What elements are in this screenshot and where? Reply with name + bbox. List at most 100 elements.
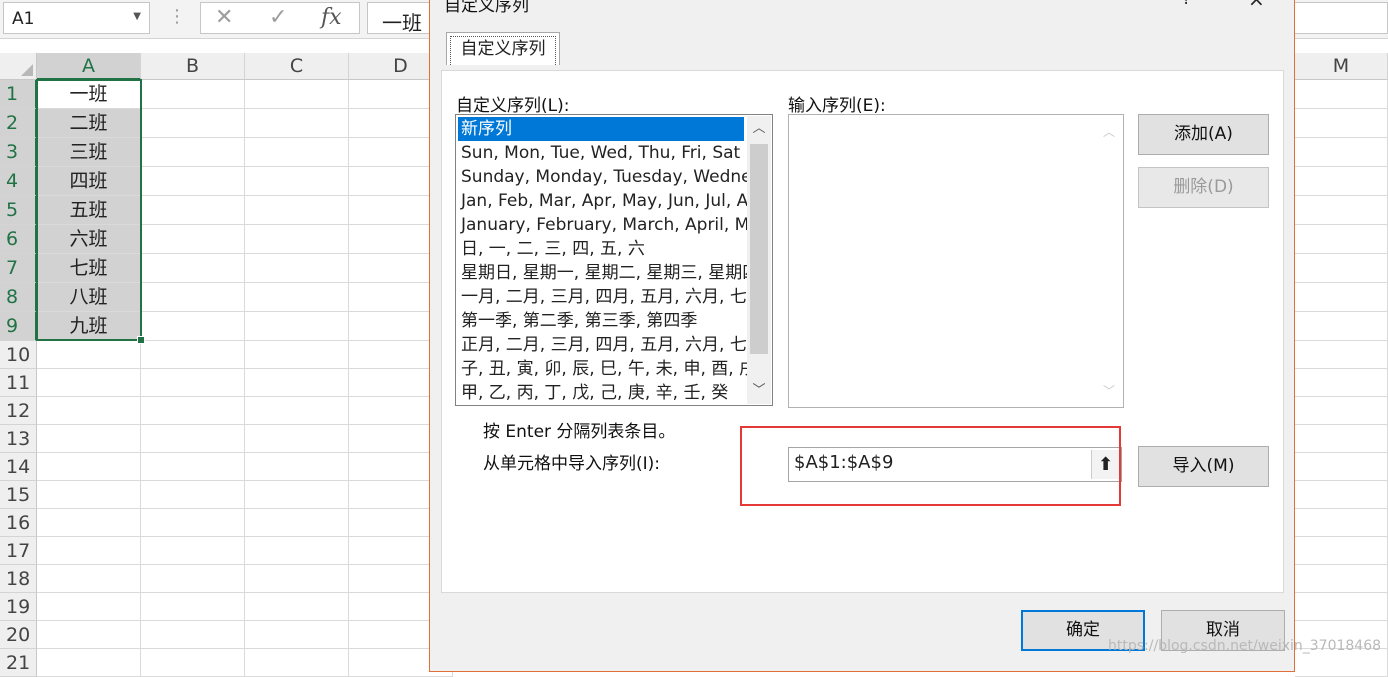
grid-cell[interactable] (245, 481, 349, 509)
grid-cell[interactable] (1295, 369, 1388, 397)
grid-cell[interactable] (1295, 425, 1388, 453)
grid-cell[interactable] (245, 80, 349, 109)
grid-cell[interactable] (1295, 537, 1388, 565)
grid-cell[interactable] (37, 425, 141, 453)
row-header[interactable]: 17 (0, 537, 37, 565)
grid-cell[interactable] (245, 649, 349, 677)
grid-cell[interactable] (1295, 593, 1388, 621)
grid-cell[interactable] (141, 225, 245, 254)
grid-cell[interactable] (141, 283, 245, 312)
grid-cell[interactable] (245, 593, 349, 621)
row-header[interactable]: 4 (0, 167, 37, 196)
delete-button[interactable]: 删除(D) (1138, 167, 1269, 208)
grid-cell[interactable] (37, 481, 141, 509)
list-item[interactable]: 第一季, 第二季, 第三季, 第四季 (458, 309, 761, 333)
scroll-up-icon[interactable]: ︿ (747, 118, 771, 140)
grid-cell[interactable] (141, 537, 245, 565)
grid-cell[interactable] (1295, 397, 1388, 425)
grid-cell[interactable] (1295, 225, 1388, 254)
grid-cell[interactable]: 一班 (37, 80, 141, 109)
grid-cell[interactable]: 八班 (37, 283, 141, 312)
name-box[interactable]: A1 ▼ (3, 2, 150, 34)
grid-cell[interactable] (141, 481, 245, 509)
row-header[interactable]: 18 (0, 565, 37, 593)
grid-cell[interactable] (245, 509, 349, 537)
grid-cell[interactable]: 四班 (37, 167, 141, 196)
grid-cell[interactable] (1295, 509, 1388, 537)
grid-cell[interactable] (1295, 80, 1388, 109)
grid-cell[interactable] (245, 621, 349, 649)
grid-cell[interactable] (245, 425, 349, 453)
grid-cell[interactable] (1295, 138, 1388, 167)
row-header[interactable]: 15 (0, 481, 37, 509)
row-header[interactable]: 19 (0, 593, 37, 621)
grid-cell[interactable] (37, 397, 141, 425)
grid-cell[interactable] (141, 425, 245, 453)
column-header-b[interactable]: B (141, 53, 245, 80)
grid-cell[interactable] (141, 109, 245, 138)
row-header[interactable]: 20 (0, 621, 37, 649)
scroll-down-icon[interactable]: ﹀ (747, 380, 771, 402)
list-item[interactable]: 甲, 乙, 丙, 丁, 戊, 己, 庚, 辛, 壬, 癸 (458, 381, 761, 405)
column-header-m[interactable]: M (1295, 53, 1388, 80)
row-header[interactable]: 11 (0, 369, 37, 397)
grid-cell[interactable] (141, 341, 245, 369)
list-entries-textarea[interactable]: ︿ ﹀ (788, 114, 1124, 408)
grid-cell[interactable] (141, 80, 245, 109)
list-item[interactable]: 一月, 二月, 三月, 四月, 五月, 六月, 七月 (458, 285, 764, 309)
grid-cell[interactable] (37, 369, 141, 397)
grid-cell[interactable]: 六班 (37, 225, 141, 254)
grid-cell[interactable] (37, 593, 141, 621)
range-picker-icon[interactable]: ⬆ (1091, 450, 1119, 479)
grid-cell[interactable]: 五班 (37, 196, 141, 225)
row-header[interactable]: 21 (0, 649, 37, 677)
grid-cell[interactable] (245, 196, 349, 225)
grid-cell[interactable] (141, 621, 245, 649)
grid-cell[interactable] (141, 167, 245, 196)
grid-cell[interactable] (245, 225, 349, 254)
grid-cell[interactable] (141, 369, 245, 397)
column-header-c[interactable]: C (245, 53, 349, 80)
row-header[interactable]: 7 (0, 254, 37, 283)
grid-cell[interactable] (37, 621, 141, 649)
row-header[interactable]: 14 (0, 453, 37, 481)
grid-cell[interactable] (141, 254, 245, 283)
list-item[interactable]: 新序列 (458, 117, 744, 141)
list-item[interactable]: 日, 一, 二, 三, 四, 五, 六 (458, 237, 761, 261)
grid-cell[interactable] (37, 509, 141, 537)
grid-cell[interactable] (1295, 312, 1388, 341)
row-header[interactable]: 2 (0, 109, 37, 138)
grid-cell[interactable] (1295, 565, 1388, 593)
grid-cell[interactable] (245, 254, 349, 283)
grid-cell[interactable] (37, 537, 141, 565)
chevron-down-icon[interactable]: ▼ (133, 11, 141, 22)
grid-cell[interactable] (245, 369, 349, 397)
row-header[interactable]: 3 (0, 138, 37, 167)
row-header[interactable]: 9 (0, 312, 37, 341)
grid-cell[interactable] (141, 453, 245, 481)
grid-cell[interactable]: 七班 (37, 254, 141, 283)
grid-cell[interactable] (37, 565, 141, 593)
drag-handle-icon[interactable]: ⋮ (168, 6, 186, 27)
grid-cell[interactable] (37, 453, 141, 481)
grid-cell[interactable] (141, 138, 245, 167)
grid-cell[interactable] (245, 138, 349, 167)
add-button[interactable]: 添加(A) (1138, 114, 1269, 155)
row-header[interactable]: 13 (0, 425, 37, 453)
row-header[interactable]: 10 (0, 341, 37, 369)
listbox-scrollbar[interactable]: ︿ ﹀ (747, 116, 771, 404)
grid-cell[interactable] (1295, 196, 1388, 225)
grid-cell[interactable]: 二班 (37, 109, 141, 138)
tab-custom-lists[interactable]: 自定义序列 (446, 32, 560, 65)
row-header[interactable]: 5 (0, 196, 37, 225)
grid-cell[interactable] (141, 649, 245, 677)
import-range-input[interactable]: $A$1:$A$9 ⬆ (788, 447, 1122, 482)
grid-cell[interactable] (245, 167, 349, 196)
grid-cell[interactable] (141, 593, 245, 621)
row-header[interactable]: 12 (0, 397, 37, 425)
grid-cell[interactable] (141, 196, 245, 225)
list-item[interactable]: 星期日, 星期一, 星期二, 星期三, 星期四 (458, 261, 761, 285)
fill-handle[interactable] (137, 336, 145, 344)
list-item[interactable]: Sunday, Monday, Tuesday, Wednesday (458, 165, 772, 189)
grid-cell[interactable] (1295, 453, 1388, 481)
